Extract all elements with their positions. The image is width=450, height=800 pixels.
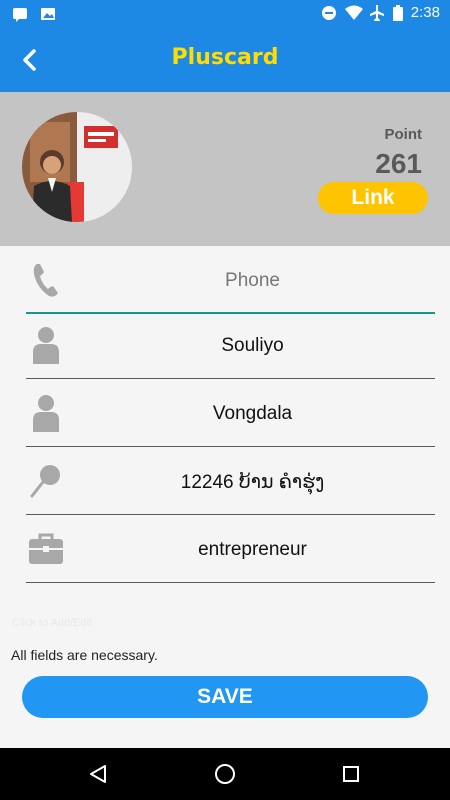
save-button[interactable]: SAVE [22, 676, 428, 718]
nav-recents-button[interactable] [337, 760, 365, 788]
system-nav-bar [0, 748, 450, 800]
edit-hint: Click to Add/Edit [12, 617, 93, 629]
back-triangle-icon [90, 765, 106, 783]
wifi-icon [344, 5, 363, 21]
person-icon [26, 393, 66, 433]
last-name-input[interactable]: Vongdala [70, 403, 435, 425]
point-label: Point [384, 126, 423, 143]
briefcase-icon [26, 529, 66, 569]
last-name-field[interactable]: Vongdala [26, 379, 435, 447]
avatar[interactable] [22, 112, 132, 222]
point-value: 261 [375, 148, 422, 179]
address-field[interactable]: 12246 ບ້ານ ຄໍາຮຸ່ງ [26, 447, 435, 515]
phone-icon [26, 260, 66, 300]
first-name-field[interactable]: Souliyo [26, 311, 435, 379]
message-icon [12, 6, 28, 22]
do-not-disturb-icon [321, 5, 337, 21]
occupation-field[interactable]: entrepreneur [26, 515, 435, 583]
app-bar: Pluscard [0, 28, 450, 92]
airplane-icon [369, 4, 385, 21]
nav-back-button[interactable] [84, 760, 112, 788]
home-circle-icon [215, 764, 235, 784]
status-bar: 2:38 [0, 0, 450, 28]
image-icon [40, 6, 56, 22]
phone-field[interactable]: Phone [26, 246, 435, 314]
person-icon [26, 325, 66, 365]
link-button[interactable]: Link [318, 182, 428, 214]
phone-input[interactable]: Phone [70, 270, 435, 292]
first-name-input[interactable]: Souliyo [70, 335, 435, 357]
required-note: All fields are necessary. [11, 647, 158, 663]
recents-square-icon [343, 766, 359, 782]
occupation-input[interactable]: entrepreneur [70, 539, 435, 561]
location-pin-icon [26, 461, 66, 501]
address-input[interactable]: 12246 ບ້ານ ຄໍາຮຸ່ງ [70, 471, 435, 494]
battery-icon [392, 4, 403, 21]
nav-home-button[interactable] [211, 760, 239, 788]
page-title: Pluscard [171, 45, 279, 70]
profile-header: Point 261 Link [0, 92, 450, 246]
clock: 2:38 [410, 4, 440, 21]
